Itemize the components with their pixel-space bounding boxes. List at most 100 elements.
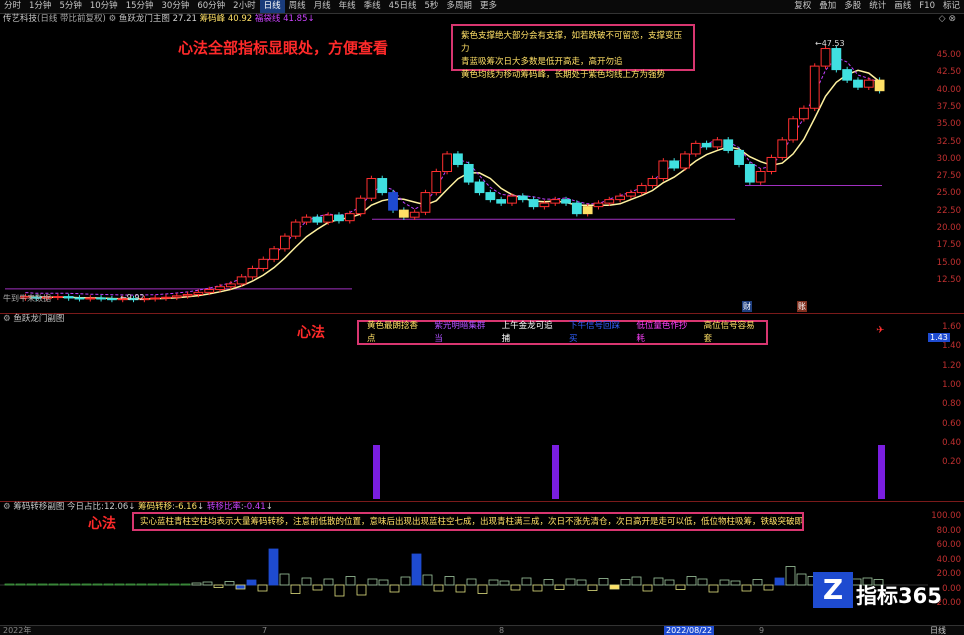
transfer-bar-52 — [576, 579, 587, 586]
candle-body-65 — [723, 139, 734, 151]
sub2-tick-4: 20.00 — [936, 569, 961, 579]
main-callout: 紫色支撑绝大部分会有支撑，如若跌破不可留恋，支撑变压力 青蓝吸筹次日大多数是低开… — [451, 24, 695, 80]
candle-body-61 — [680, 153, 690, 169]
candle-body-62 — [690, 142, 701, 155]
candle-body-59 — [658, 160, 669, 180]
candle-body-41 — [463, 163, 474, 183]
period-tab-10[interactable]: 月线 — [310, 0, 335, 13]
transfer-bar-46 — [510, 584, 521, 591]
signal-bar-3 — [878, 445, 885, 499]
transfer-bar-42 — [466, 578, 477, 586]
candle-body-21 — [247, 267, 258, 278]
transfer-bar-32 — [356, 584, 367, 596]
period-tab-5[interactable]: 30分钟 — [158, 0, 194, 13]
candle-body-50 — [561, 199, 571, 204]
candle-body-43 — [485, 192, 496, 201]
candle-body-69 — [766, 156, 777, 173]
signal-bar-2 — [552, 445, 559, 499]
transfer-bar-38 — [422, 574, 433, 586]
period-tab-3[interactable]: 10分钟 — [86, 0, 122, 13]
transfer-bar-72 — [796, 573, 807, 586]
sub2-callout: 实心蓝柱青柱空柱均表示大量筹码转移，注意前低散的位置，意味后出现出现蓝柱空七成，… — [132, 512, 804, 531]
transfer-bar-26 — [290, 584, 301, 594]
period-tab-12[interactable]: 季线 — [360, 0, 385, 13]
period-tab-13[interactable]: 45日线 — [385, 0, 421, 13]
price-tick-13: 12.50 — [936, 274, 961, 285]
transfer-bar-71 — [785, 566, 796, 586]
candle-body-51 — [571, 202, 582, 215]
candle-body-70 — [777, 139, 788, 158]
period-tab-1[interactable]: 1分钟 — [25, 0, 55, 13]
period-tab-16[interactable]: 更多 — [476, 0, 501, 13]
period-tab-11[interactable]: 年线 — [335, 0, 360, 13]
sub2-tick-5: 0.00 — [942, 583, 961, 594]
toolbar-button-0[interactable]: 复权 — [790, 0, 815, 13]
sub1-chart[interactable]: ✈ — [0, 314, 928, 501]
indicator-name[interactable]: 鱼跃龙门主图 — [119, 14, 170, 24]
period-tab-4[interactable]: 15分钟 — [122, 0, 158, 13]
period-tab-9[interactable]: 周线 — [285, 0, 310, 13]
transfer-bar-58 — [642, 584, 653, 592]
candle-body-4 — [63, 296, 74, 299]
marker-cai[interactable]: 财 — [742, 301, 752, 312]
transfer-bar-63 — [697, 578, 708, 586]
period-tab-7[interactable]: 2小时 — [229, 0, 259, 13]
transfer-bar-37 — [411, 553, 422, 586]
transfer-bar-45 — [499, 580, 510, 586]
transfer-bar-49 — [543, 579, 554, 586]
candle-body-47 — [528, 199, 539, 208]
candle-body-72 — [799, 107, 809, 120]
main-big-note: 心法全部指标显眼处，方便查看 — [178, 39, 389, 57]
period-tab-2[interactable]: 5分钟 — [55, 0, 85, 13]
settings-icon[interactable]: ⚙ — [109, 14, 117, 24]
candle-body-57 — [636, 185, 647, 194]
transfer-bar-51 — [565, 578, 576, 586]
period-tab-6[interactable]: 60分钟 — [193, 0, 229, 13]
transfer-bar-55 — [609, 584, 620, 590]
sub1-tick-2: 1.20 — [942, 360, 961, 371]
candle-body-6 — [85, 297, 96, 300]
high-label-value: 47.53 — [821, 39, 845, 48]
period-tab-8[interactable]: 日线 — [259, 0, 285, 13]
toolbar-button-3[interactable]: 统计 — [865, 0, 890, 13]
transfer-bar-23 — [257, 584, 268, 592]
period-tab-14[interactable]: 5秒 — [421, 0, 443, 13]
transfer-bar-66 — [730, 580, 741, 586]
high-label: ←47.53 — [815, 39, 845, 48]
candle-body-14 — [171, 295, 182, 298]
transfer-bar-56 — [620, 579, 631, 586]
transfer-bar-44 — [488, 579, 499, 586]
candle-body-53 — [593, 202, 604, 208]
transfer-bar-40 — [444, 576, 455, 586]
candle-body-46 — [517, 195, 528, 201]
marker-zhang[interactable]: 账 — [797, 301, 807, 312]
price-tick-3: 37.50 — [936, 101, 961, 112]
candle-body-52 — [582, 206, 593, 215]
transfer-bar-29 — [323, 578, 334, 586]
candle-body-58 — [647, 178, 658, 187]
transfer-bar-47 — [521, 577, 532, 586]
candle-body-13 — [161, 296, 171, 299]
callout-line-3: 黄色均线为移动筹码峰，长期处于紫色均线上方为强势 — [461, 70, 666, 80]
toolbar-button-5[interactable]: F10 — [915, 0, 939, 13]
candle-body-32 — [366, 178, 377, 199]
label-3: 福袋线 — [254, 14, 281, 24]
toolbar-right: 复权 叠加 多股 统计 画线 F10 标记 — [790, 0, 964, 13]
period-tab-0[interactable]: 分时 — [0, 0, 25, 13]
callout-line-2: 青蓝吸筹次日大多数是低开高走，高开勿追 — [461, 57, 623, 67]
candle-body-45 — [507, 195, 517, 204]
period-tab-15[interactable]: 多周期 — [442, 0, 476, 13]
candle-body-76 — [842, 69, 853, 81]
toolbar-button-1[interactable]: 叠加 — [815, 0, 840, 13]
toolbar-button-4[interactable]: 画线 — [890, 0, 915, 13]
price-tick-10: 20.00 — [936, 223, 961, 233]
window-controls[interactable]: ◇ ⊗ — [939, 14, 956, 24]
toolbar-button-2[interactable]: 多股 — [840, 0, 865, 13]
sub1-tick-7: 0.20 — [942, 457, 961, 468]
candle-body-38 — [431, 171, 442, 194]
transfer-bar-30 — [334, 584, 345, 597]
candle-body-34 — [388, 192, 398, 211]
transfer-bar-54 — [598, 578, 609, 586]
candle-body-56 — [626, 192, 636, 197]
toolbar-button-6[interactable]: 标记 — [939, 0, 964, 13]
